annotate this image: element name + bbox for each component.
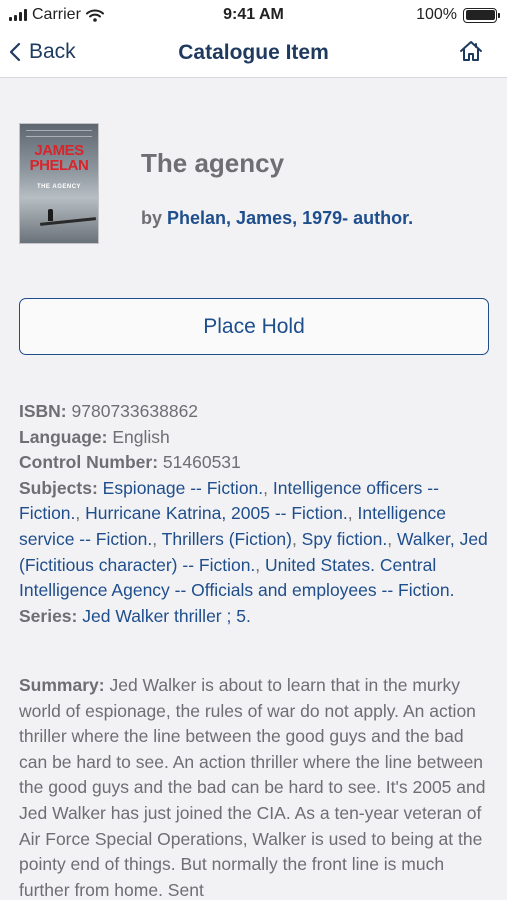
subject-link[interactable]: Thrillers (Fiction): [162, 529, 292, 549]
series-label: Series:: [19, 605, 78, 626]
subjects-row: Subjects: Espionage -- Fiction., Intelli…: [19, 476, 489, 604]
subject-link[interactable]: Spy fiction.: [302, 529, 388, 549]
cover-tagline: [26, 130, 92, 137]
subject-link[interactable]: Hurricane Katrina, 2005 -- Fiction.: [85, 503, 348, 523]
by-label: by: [141, 208, 163, 228]
nav-bar: Back Catalogue Item: [0, 30, 507, 78]
item-detail-content: JAMES PHELAN THE AGENCY The agency by Ph…: [0, 79, 507, 900]
subject-separator: ,: [263, 477, 273, 498]
cover-title: THE AGENCY: [36, 184, 82, 190]
control-number-row: Control Number: 51460531: [19, 450, 489, 476]
summary-text: Jed Walker is about to learn that in the…: [19, 675, 486, 900]
subject-separator: ,: [152, 528, 162, 549]
battery-percent: 100%: [416, 6, 457, 23]
status-bar: Carrier 9:41 AM 100%: [0, 0, 507, 30]
subject-separator: ,: [387, 528, 398, 549]
isbn-value: 9780733638862: [71, 401, 199, 421]
item-details: ISBN: 9780733638862 Language: English Co…: [19, 399, 489, 629]
subject-separator: ,: [347, 503, 358, 524]
cover-figure: [48, 209, 53, 221]
subject-separator: ,: [255, 554, 266, 575]
summary-label: Summary:: [19, 675, 105, 695]
subjects-label: Subjects:: [19, 477, 98, 498]
series-link[interactable]: Jed Walker thriller ; 5.: [82, 606, 251, 626]
battery-fill: [465, 10, 495, 20]
book-author: by Phelan, James, 1979- author.: [141, 208, 413, 229]
cover-author: JAMES PHELAN: [29, 142, 89, 174]
place-hold-button[interactable]: Place Hold: [19, 298, 489, 355]
book-cover: JAMES PHELAN THE AGENCY: [19, 123, 99, 244]
series-row: Series: Jed Walker thriller ; 5.: [19, 604, 489, 630]
home-button[interactable]: [459, 40, 483, 67]
summary: Summary: Jed Walker is about to learn th…: [19, 673, 491, 900]
control-number-label: Control Number:: [19, 452, 159, 473]
battery-icon: [463, 7, 500, 23]
page-title: Catalogue Item: [178, 41, 329, 64]
isbn-label: ISBN:: [19, 401, 67, 421]
subject-link[interactable]: Espionage -- Fiction.: [103, 478, 264, 498]
language-label: Language:: [19, 426, 108, 447]
author-link[interactable]: Phelan, James, 1979- author.: [167, 208, 413, 228]
isbn-row: ISBN: 9780733638862: [19, 399, 489, 425]
subject-separator: ,: [291, 528, 302, 549]
subject-separator: ,: [75, 503, 86, 524]
book-title: The agency: [141, 148, 285, 178]
language-value: English: [112, 426, 170, 447]
status-right: 100%: [416, 6, 500, 24]
control-number-value: 51460531: [162, 452, 241, 473]
home-icon: [460, 41, 482, 61]
language-row: Language: English: [19, 425, 489, 451]
